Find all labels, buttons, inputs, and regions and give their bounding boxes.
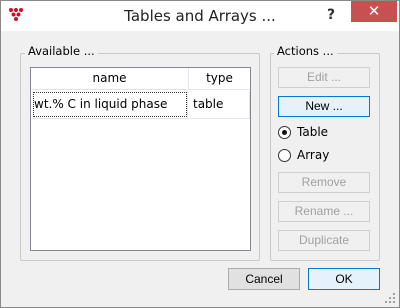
column-header-name[interactable]: name [31,68,189,90]
radio-table[interactable]: Table [278,125,328,139]
column-header-type[interactable]: type [189,68,250,90]
resize-grip-icon[interactable] [384,292,396,304]
actions-label: Actions ... [274,44,337,58]
new-button[interactable]: New ... [278,96,370,117]
edit-button[interactable]: Edit ... [278,67,370,88]
radio-array[interactable]: Array [278,148,329,162]
available-label: Available ... [25,44,98,58]
remove-button[interactable]: Remove [278,172,370,193]
table-row-type-cell[interactable]: table [189,91,250,118]
radio-array-circle[interactable] [278,148,291,162]
radio-table-label: Table [297,125,329,139]
ok-button[interactable]: OK [308,268,380,290]
cancel-button[interactable]: Cancel [228,268,300,290]
table-row-name-cell[interactable]: wt.% C in liquid phase [32,91,188,118]
rename-button[interactable]: Rename ... [278,201,370,222]
radio-table-circle[interactable] [278,125,291,139]
radio-array-label: Array [297,148,330,162]
duplicate-button[interactable]: Duplicate [278,230,370,251]
dialog-window: Tables and Arrays ... ? ✕ Available ... … [0,0,400,308]
title-bar: Tables and Arrays ... ? ✕ [1,1,399,31]
available-table[interactable]: name type wt.% C in liquid phase table [30,67,251,251]
help-icon[interactable]: ? [321,4,341,26]
close-icon[interactable]: ✕ [351,1,397,22]
row-divider [31,118,250,119]
